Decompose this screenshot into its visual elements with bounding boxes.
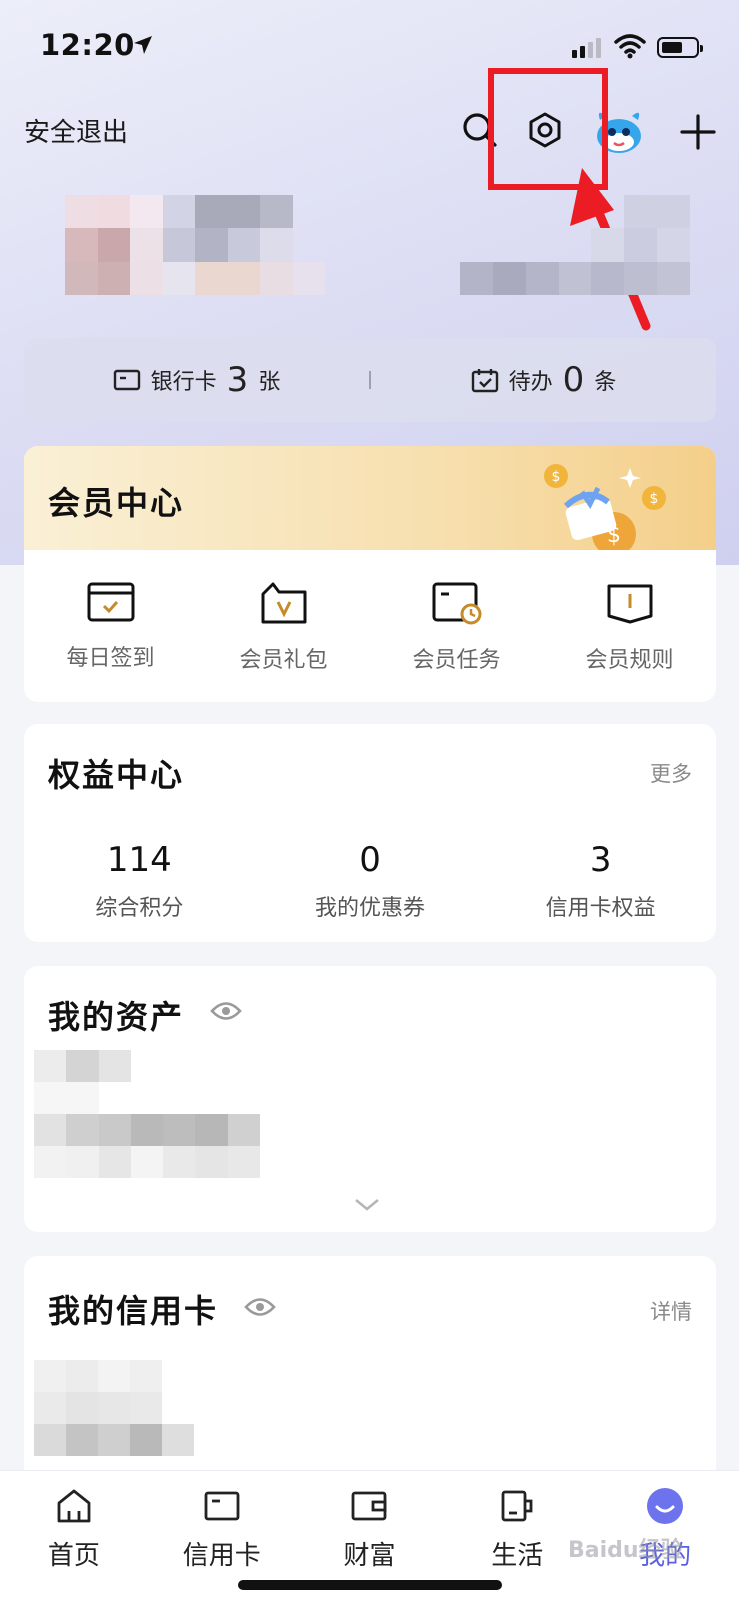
todo-stat[interactable]: 待办 0 条: [371, 360, 716, 400]
redacted-profile-name: [65, 195, 325, 295]
add-button[interactable]: [676, 110, 720, 154]
todo-label: 待办: [508, 370, 553, 395]
rights-label: 信用卡权益: [545, 896, 656, 921]
todo-unit: 条: [594, 370, 617, 395]
rights-label: 我的优惠券: [315, 896, 426, 921]
bank-card-stat[interactable]: 银行卡 3 张: [24, 360, 369, 400]
todo-count: 0: [562, 360, 585, 400]
member-item-label: 每日签到: [66, 646, 155, 671]
tab-label: 生活: [491, 1541, 544, 1571]
redacted-profile-info: [460, 195, 690, 295]
calendar-check-icon: [471, 369, 498, 393]
wallet-icon: [352, 1491, 387, 1521]
tab-home[interactable]: 首页: [0, 1471, 148, 1600]
task-icon: [432, 582, 481, 625]
rights-center-title: 权益中心: [48, 756, 185, 794]
gift-pack-icon: [261, 582, 306, 624]
tab-label: 财富: [343, 1541, 396, 1571]
bank-card-icon: [113, 369, 140, 391]
my-assets-card: 我的资产: [24, 966, 716, 1232]
bank-card-label: 银行卡: [150, 370, 217, 395]
rights-more-link[interactable]: 更多: [650, 758, 692, 788]
member-center-title: 会员中心: [48, 484, 185, 522]
rights-value: 114: [106, 840, 172, 880]
cup-icon: [501, 1490, 533, 1522]
svg-text:$: $: [552, 469, 561, 485]
member-item-label: 会员礼包: [239, 648, 328, 673]
rights-item-points[interactable]: 114 综合积分: [24, 840, 255, 922]
rights-value: 0: [359, 840, 381, 880]
bank-card-count: 3: [226, 360, 249, 400]
credit-detail-link[interactable]: 详情: [650, 1296, 692, 1326]
cellular-signal-icon: [572, 36, 601, 58]
credit-card-icon: [204, 1491, 240, 1521]
logout-button[interactable]: 安全退出: [24, 112, 128, 149]
chevron-down-icon[interactable]: [354, 1198, 380, 1212]
home-indicator[interactable]: [238, 1580, 502, 1590]
bank-card-unit: 张: [258, 370, 281, 395]
home-icon: [57, 1489, 91, 1523]
credit-card-title: 我的信用卡: [48, 1292, 219, 1330]
rules-icon: [607, 584, 652, 624]
redacted-credit-card-info: [34, 1360, 194, 1456]
rights-item-coupons[interactable]: 0 我的优惠券: [255, 840, 486, 922]
tab-label: 信用卡: [182, 1541, 261, 1571]
eye-icon[interactable]: [210, 1000, 242, 1022]
eye-icon[interactable]: [244, 1296, 276, 1318]
wifi-icon: [614, 34, 646, 59]
rights-item-card-benefits[interactable]: 3 信用卡权益: [485, 840, 716, 922]
battery-icon: [657, 37, 703, 58]
member-center-header[interactable]: 会员中心 $ $ $: [24, 446, 716, 550]
member-center-card: 会员中心 $ $ $ 每日签到 会员礼包 会员任务 会员规则: [24, 446, 716, 702]
member-item-label: 会员任务: [412, 648, 501, 673]
tab-label: 首页: [47, 1541, 100, 1571]
profile-icon: [647, 1488, 684, 1524]
location-arrow-icon: [134, 36, 152, 54]
plus-icon: [680, 114, 716, 150]
assets-title: 我的资产: [48, 998, 185, 1036]
rights-value: 3: [589, 840, 612, 880]
checkin-icon: [87, 582, 134, 622]
member-item-tasks[interactable]: 会员任务: [370, 580, 543, 674]
member-item-rules[interactable]: 会员规则: [543, 580, 716, 674]
status-time: 12:20: [40, 28, 135, 62]
member-item-label: 会员规则: [585, 648, 674, 673]
member-item-daily-checkin[interactable]: 每日签到: [24, 580, 197, 674]
gift-coins-illustration-icon: $ $ $: [544, 464, 666, 550]
rights-center-card: 权益中心 更多 114 综合积分 0 我的优惠券 3 信用卡权益: [24, 724, 716, 942]
my-credit-card-card: 我的信用卡 详情: [24, 1256, 716, 1496]
redacted-asset-values: [34, 1050, 260, 1178]
account-stats-bar: 银行卡 3 张 待办 0 条: [24, 338, 716, 422]
member-item-gift-pack[interactable]: 会员礼包: [197, 580, 370, 674]
baidu-watermark: Baidu经验: [568, 1538, 683, 1563]
status-bar: 12:20: [0, 0, 739, 90]
rights-label: 综合积分: [95, 896, 184, 921]
svg-text:$: $: [650, 491, 659, 507]
